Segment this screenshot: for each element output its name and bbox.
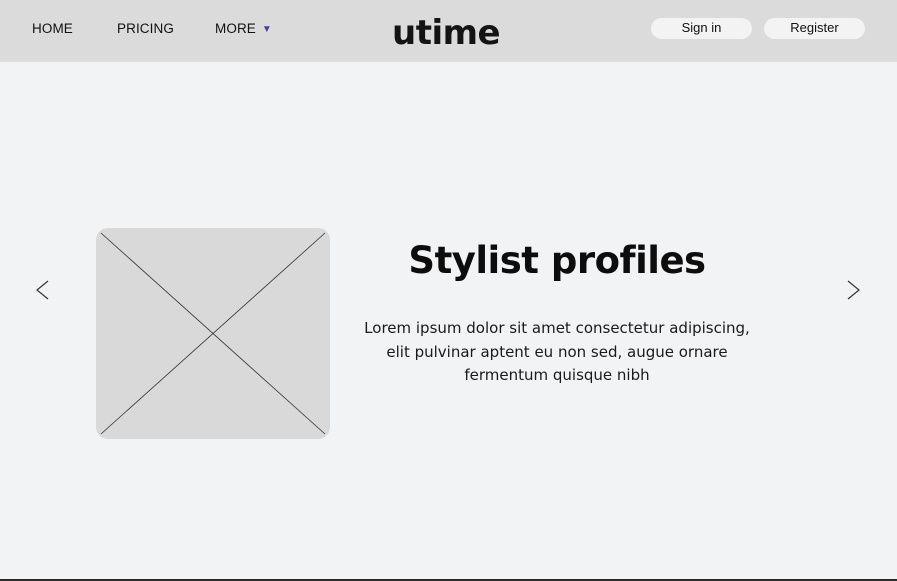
image-placeholder-icon — [100, 232, 326, 435]
nav-more-label: MORE — [215, 21, 256, 36]
nav-pricing-link[interactable]: PRICING — [117, 21, 174, 36]
caret-down-icon: ▼ — [261, 24, 272, 35]
utime-logo[interactable]: utime — [392, 4, 507, 54]
page-title: Stylist profiles — [408, 239, 706, 282]
nav-more-dropdown[interactable]: MORE ▼ — [215, 21, 272, 36]
description-text: Lorem ipsum dolor sit amet consectetur a… — [352, 317, 762, 388]
chevron-right-icon — [847, 280, 860, 300]
description-line: fermentum quisque nibh — [464, 366, 650, 384]
sign-in-button[interactable]: Sign in — [651, 18, 752, 39]
top-navigation-bar: HOME PRICING MORE ▼ utime Sign in Registe… — [0, 0, 897, 62]
register-button[interactable]: Register — [764, 18, 865, 39]
carousel-next-button[interactable] — [842, 278, 864, 302]
carousel-prev-button[interactable] — [32, 278, 54, 302]
stylist-image-placeholder — [96, 228, 330, 439]
description-line: elit pulvinar aptent eu non sed, augue o… — [386, 342, 728, 361]
description-line: Lorem ipsum dolor sit amet consectetur a… — [364, 319, 750, 337]
nav-home-link[interactable]: HOME — [32, 21, 73, 36]
logo-wordmark: utime — [392, 13, 501, 53]
chevron-left-icon — [36, 280, 49, 300]
